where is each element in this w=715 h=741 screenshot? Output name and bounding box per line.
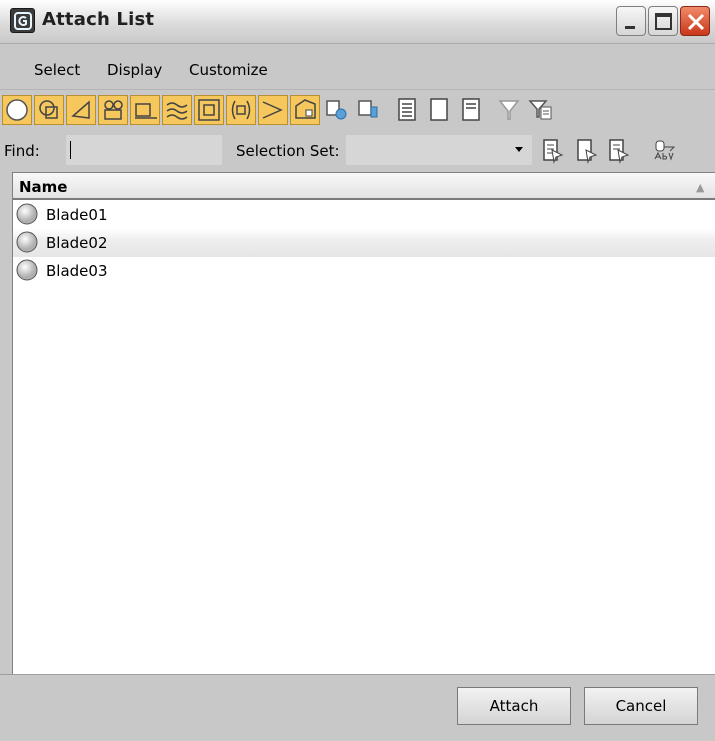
find-label: Find:: [4, 142, 40, 160]
list-item-label: Blade01: [46, 206, 108, 224]
select-invert-icon[interactable]: [456, 95, 486, 125]
space-warp-icon[interactable]: [162, 95, 192, 125]
select-children-icon[interactable]: [573, 137, 601, 165]
title-bar[interactable]: Attach List: [0, 0, 715, 44]
filter-toolbar: [0, 90, 715, 130]
selection-set-label: Selection Set:: [236, 142, 340, 160]
list-header[interactable]: Name ▲: [13, 173, 715, 200]
close-button[interactable]: [680, 6, 710, 36]
object-list[interactable]: Name ▲ Blade01 Blade02 Blade03: [12, 172, 715, 674]
sphere-geometry-icon[interactable]: [2, 95, 32, 125]
menu-customize[interactable]: Customize: [189, 61, 268, 79]
menu-display[interactable]: Display: [107, 61, 162, 79]
minimize-button[interactable]: [616, 6, 646, 36]
find-input[interactable]: [66, 135, 222, 165]
find-bar: Find: Selection Set:: [0, 132, 715, 170]
filter-icon[interactable]: [494, 95, 524, 125]
sort-ascending-icon: ▲: [696, 181, 705, 194]
container-icon[interactable]: [290, 95, 320, 125]
light-icon[interactable]: [66, 95, 96, 125]
menu-select[interactable]: Select: [34, 61, 80, 79]
object-xref-icon[interactable]: [226, 95, 256, 125]
helper-icon[interactable]: [130, 95, 160, 125]
hidden-objects-icon[interactable]: [354, 95, 384, 125]
sphere-object-icon: [16, 259, 38, 281]
select-influences-icon[interactable]: [605, 137, 633, 165]
select-all-icon[interactable]: [392, 95, 422, 125]
cancel-button[interactable]: Cancel: [584, 687, 698, 725]
select-none-icon[interactable]: [424, 95, 454, 125]
list-item[interactable]: Blade03: [13, 257, 715, 285]
attach-list-dialog: Attach List Select Display Customize Fin…: [0, 0, 715, 741]
maximize-button[interactable]: [648, 6, 678, 36]
name-column-header[interactable]: Name: [19, 178, 67, 196]
chevron-down-icon[interactable]: [515, 147, 525, 153]
selection-set-dropdown[interactable]: [346, 135, 532, 165]
group-icon[interactable]: [194, 95, 224, 125]
camera-icon[interactable]: [98, 95, 128, 125]
list-item-label: Blade03: [46, 262, 108, 280]
list-item-label: Blade02: [46, 234, 108, 252]
sphere-object-icon: [16, 203, 38, 225]
window-title: Attach List: [42, 9, 155, 30]
bone-icon[interactable]: [258, 95, 288, 125]
case-sensitive-icon[interactable]: [650, 137, 678, 165]
list-item[interactable]: Blade01: [13, 201, 715, 229]
list-item[interactable]: Blade02: [13, 229, 715, 257]
app-icon: [10, 8, 35, 33]
menu-bar: Select Display Customize: [0, 44, 715, 90]
shapes-icon[interactable]: [34, 95, 64, 125]
attach-button[interactable]: Attach: [457, 687, 571, 725]
frozen-objects-icon[interactable]: [322, 95, 352, 125]
text-caret: [70, 141, 71, 159]
sphere-object-icon: [16, 231, 38, 253]
filter-settings-icon[interactable]: [526, 95, 556, 125]
dialog-footer: Attach Cancel: [0, 674, 715, 741]
select-dependents-icon[interactable]: [539, 137, 567, 165]
